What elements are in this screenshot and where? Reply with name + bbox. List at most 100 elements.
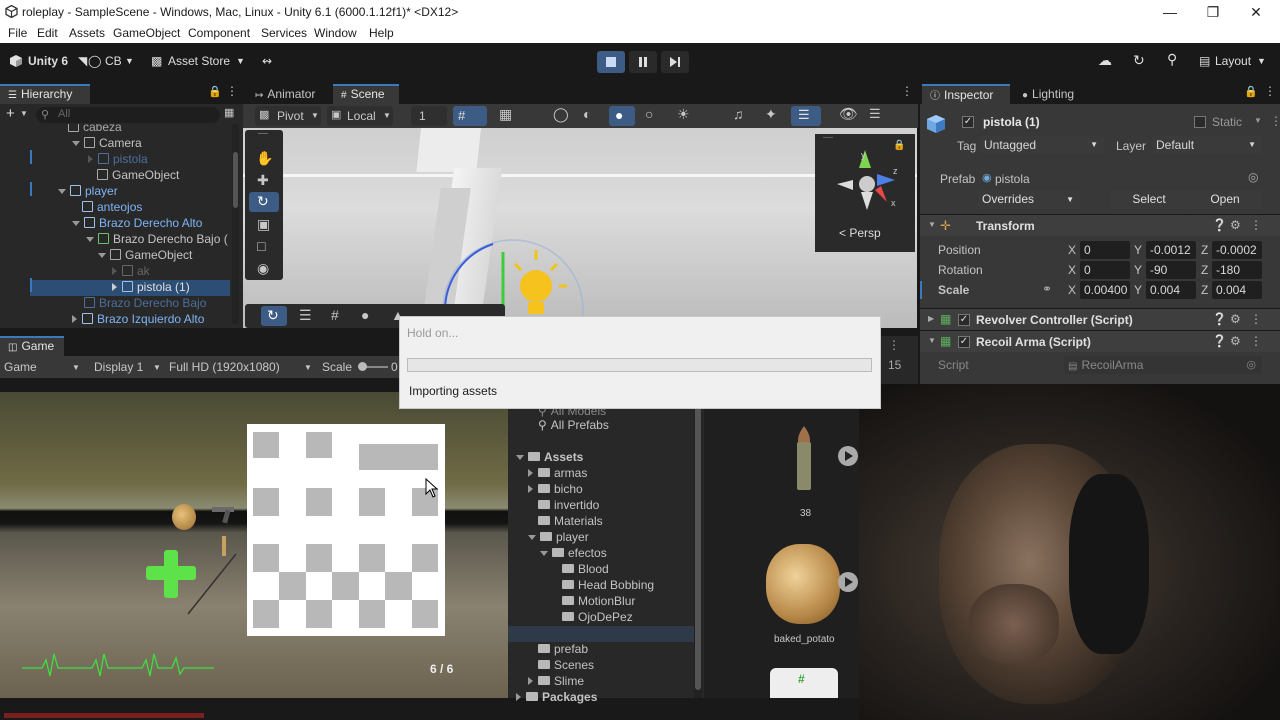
asset-thumbnail[interactable]: # <box>770 668 838 698</box>
step-button[interactable] <box>661 51 689 73</box>
error-message-bar[interactable] <box>4 713 204 718</box>
inventory-slot[interactable] <box>306 600 332 628</box>
audio-mute-icon[interactable]: ♫ <box>733 106 744 122</box>
presets-icon[interactable]: ⚙ <box>1230 218 1241 232</box>
presets-icon[interactable]: ⚙ <box>1230 312 1241 326</box>
layout-dropdown[interactable]: Layout <box>1215 54 1251 68</box>
project-folder[interactable]: Assets <box>516 450 583 466</box>
inventory-slot[interactable] <box>253 432 279 458</box>
play-button[interactable] <box>597 51 625 73</box>
help-icon[interactable]: ❔ <box>1212 218 1227 232</box>
component-header[interactable]: ▶ ▦ ✓ Revolver Controller (Script) ❔ ⚙ ⋮ <box>920 308 1280 330</box>
game-viewport[interactable]: 6 / 6 <box>0 392 508 698</box>
select-button[interactable]: Select <box>1110 190 1188 209</box>
lock-icon[interactable]: 🔒 <box>208 85 222 98</box>
kebab-menu-icon[interactable]: ⋮ <box>1250 312 1262 326</box>
kebab-menu-icon[interactable]: ⋮ <box>226 84 238 98</box>
list-item[interactable]: Brazo Derecho Alto <box>72 216 202 232</box>
kebab-menu-icon[interactable]: ⋮ <box>1250 334 1262 348</box>
history-icon[interactable]: ↻ <box>1133 52 1145 69</box>
pause-button[interactable] <box>629 51 657 73</box>
project-folder[interactable]: MotionBlur <box>552 594 635 610</box>
list-item[interactable]: ak <box>112 264 150 280</box>
tag-dropdown[interactable]: Untagged ▼ <box>980 136 1104 154</box>
inventory-slot[interactable] <box>385 572 412 600</box>
scale-y-field[interactable]: 0.004 <box>1146 281 1196 299</box>
asset-store-button[interactable]: Asset Store <box>168 54 230 68</box>
kebab-menu-icon[interactable]: ⋮ <box>1250 218 1262 232</box>
hierarchy-scrollbar[interactable] <box>232 124 239 324</box>
menu-window[interactable]: Window <box>314 26 357 40</box>
active-checkbox[interactable]: ✓ <box>962 116 974 128</box>
project-folder[interactable]: Scenes <box>528 658 594 674</box>
inventory-slot[interactable] <box>359 600 385 628</box>
lock-icon[interactable]: 🔒 <box>1244 85 1258 98</box>
list-item[interactable]: Brazo Izquierdo Alto <box>72 312 204 328</box>
version-control-icon[interactable]: ↭ <box>262 54 272 68</box>
component-header[interactable]: ▼ ▦ ✓ Recoil Arma (Script) ❔ ⚙ ⋮ <box>920 330 1280 352</box>
list-item[interactable]: Brazo Derecho Bajo <box>84 296 206 312</box>
hierarchy-search[interactable]: ⚲ All <box>36 107 220 123</box>
static-checkbox[interactable] <box>1194 116 1206 128</box>
list-item[interactable]: anteojos <box>82 200 142 216</box>
position-x-field[interactable]: 0 <box>1080 241 1130 259</box>
close-icon[interactable]: ✕ <box>1236 2 1276 22</box>
inventory-slot[interactable] <box>253 488 279 516</box>
pivot-dropdown[interactable]: ▩ Pivot ▼ <box>255 106 321 126</box>
target-icon[interactable]: ◎ <box>1248 170 1258 184</box>
resolution-dropdown[interactable]: Full HD (1920x1080) <box>169 360 280 374</box>
project-folder[interactable]: Blood <box>552 562 609 578</box>
inventory-slot[interactable] <box>306 544 332 572</box>
menu-file[interactable]: File <box>8 26 27 40</box>
inventory-slot[interactable] <box>359 544 385 572</box>
scale-z-field[interactable]: 0.004 <box>1212 281 1262 299</box>
grid-icon[interactable]: # <box>331 307 339 323</box>
sphere-icon[interactable]: ● <box>361 307 369 323</box>
menu-gameobject[interactable]: GameObject <box>113 26 180 40</box>
fx-icon[interactable]: ✦ <box>765 106 777 123</box>
move-tool-icon[interactable]: ✚ <box>257 172 269 189</box>
overlay-button[interactable]: ↻ <box>261 306 287 326</box>
visibility-icon[interactable]: 👁 <box>839 105 858 123</box>
inventory-slot[interactable] <box>306 432 332 458</box>
grid-size-field[interactable]: 1 <box>411 106 447 126</box>
project-folder[interactable]: Materials <box>528 514 603 530</box>
list-item[interactable]: player <box>58 184 118 200</box>
play-asset-button[interactable] <box>838 572 858 592</box>
light-icon[interactable] <box>501 246 567 318</box>
inventory-slot[interactable] <box>332 572 359 600</box>
local-dropdown[interactable]: ▣ Local ▼ <box>327 106 393 126</box>
kebab-menu-icon[interactable]: ⋮ <box>901 84 913 98</box>
hand-tool-icon[interactable]: ✋ <box>256 150 273 167</box>
menu-edit[interactable]: Edit <box>37 26 58 40</box>
project-folder[interactable]: bicho <box>528 482 583 498</box>
lighting-icon[interactable]: ☀ <box>677 106 690 123</box>
favorite-item[interactable]: ⚲ All Prefabs <box>538 418 609 434</box>
add-button[interactable]: + <box>6 105 15 122</box>
inventory-slot[interactable] <box>412 600 438 628</box>
inventory-grid[interactable] <box>247 424 445 636</box>
inventory-slot[interactable] <box>253 600 279 628</box>
rotation-y-field[interactable]: -90 <box>1146 261 1196 279</box>
inventory-slot[interactable] <box>306 488 332 516</box>
layers-button[interactable]: ☰ <box>791 106 821 126</box>
inventory-slot[interactable] <box>279 572 306 600</box>
tune-icon[interactable]: ☰ <box>299 307 312 324</box>
prefab-value[interactable]: pistola <box>995 172 1030 186</box>
persp-toggle[interactable]: < Persp <box>839 226 881 240</box>
tab-animator[interactable]: ↦ Animator <box>247 84 327 104</box>
bullet-asset-icon[interactable] <box>792 424 816 494</box>
shaded-mode-button[interactable]: ● <box>609 106 635 126</box>
kebab-menu-icon[interactable]: ⋮ <box>1264 84 1276 98</box>
scale-tool-icon[interactable]: ▣ <box>257 216 270 233</box>
scale-slider[interactable] <box>358 362 388 371</box>
menu-help[interactable]: Help <box>369 26 394 40</box>
game-mode-dropdown[interactable]: Game <box>4 360 37 374</box>
inventory-slot[interactable] <box>359 488 385 516</box>
cloud-icon[interactable]: ☁ <box>1098 52 1112 69</box>
link-icon[interactable]: ⚭ <box>1042 282 1052 296</box>
project-folder[interactable]: prefab <box>528 642 588 658</box>
rotation-z-field[interactable]: -180 <box>1212 261 1262 279</box>
shading-icon[interactable]: ◐ <box>583 106 591 122</box>
component-enabled-checkbox[interactable]: ✓ <box>958 336 970 348</box>
